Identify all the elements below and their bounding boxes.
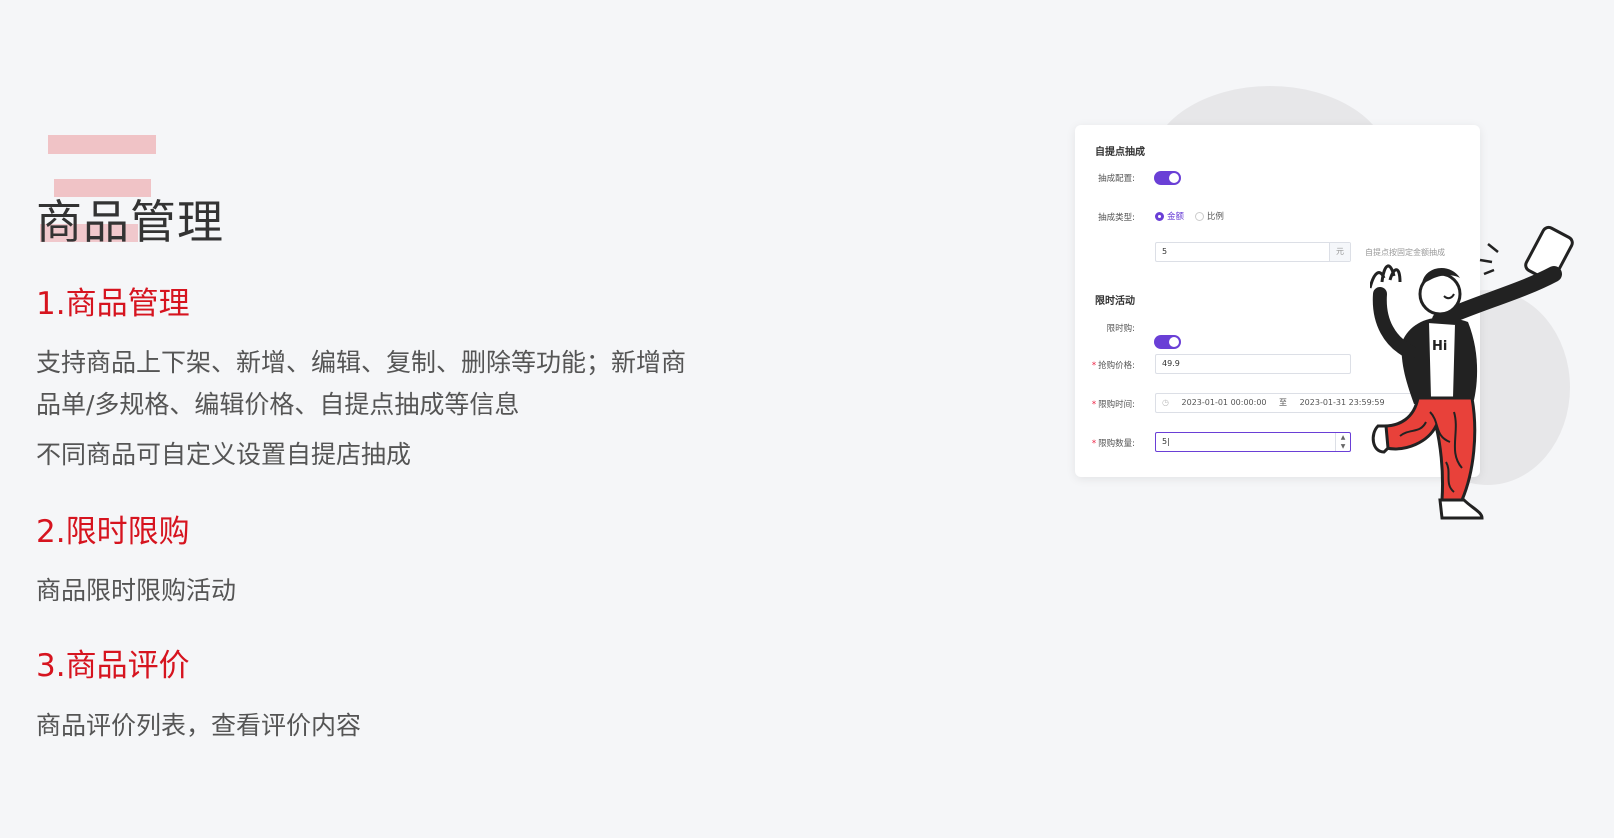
section-heading-product-management: 1.商品管理 <box>36 286 190 322</box>
commission-amount-input[interactable]: 5 元 <box>1155 242 1351 262</box>
radio-unchecked-icon <box>1194 211 1204 221</box>
clock-icon: ◷ <box>1162 398 1169 407</box>
commission-config-toggle[interactable] <box>1154 171 1181 185</box>
limit-qty-input[interactable]: 5| ▲ ▼ <box>1155 432 1351 452</box>
shirt-text: Hi <box>1432 339 1447 354</box>
flash-price-input[interactable]: 49.9 <box>1155 354 1351 374</box>
limited-buy-toggle[interactable] <box>1154 335 1181 349</box>
commission-section-title: 自提点抽成 <box>1095 147 1145 158</box>
limited-activity-section-title: 限时活动 <box>1095 296 1135 307</box>
chevron-down-icon[interactable]: ▼ <box>1341 443 1346 450</box>
selfie-person-illustration: Hi <box>1370 225 1574 520</box>
commission-type-label: 抽成类型: <box>1098 213 1135 223</box>
limit-qty-label: * 限购数量: <box>1091 439 1135 449</box>
section-text: 品单/多规格、编辑价格、自提点抽成等信息 <box>36 390 520 419</box>
quantity-stepper[interactable]: ▲ ▼ <box>1335 433 1350 451</box>
section-heading-product-review: 3.商品评价 <box>36 648 190 684</box>
chevron-up-icon[interactable]: ▲ <box>1341 434 1346 441</box>
amount-unit-suffix: 元 <box>1329 243 1350 261</box>
commission-config-label: 抽成配置: <box>1098 174 1135 184</box>
page-title: 商品管理 <box>36 195 224 249</box>
limit-time-label: * 限购时间: <box>1091 400 1135 410</box>
section-text: 不同商品可自定义设置自提店抽成 <box>36 440 412 469</box>
radio-amount[interactable]: 金额 <box>1155 211 1187 222</box>
title-decoration-bar <box>48 135 156 154</box>
time-start: 2023-01-01 00:00:00 <box>1181 398 1267 407</box>
time-separator: 至 <box>1279 398 1288 407</box>
commission-type-radio-group: 金额 比例 <box>1155 210 1224 222</box>
limited-buy-label: 限时购: <box>1106 324 1135 334</box>
section-text: 支持商品上下架、新增、编辑、复制、删除等功能；新增商 <box>36 348 687 377</box>
radio-checked-icon <box>1155 211 1164 221</box>
section-heading-limited-purchase: 2.限时限购 <box>36 514 190 550</box>
flash-price-label: * 抢购价格: <box>1091 361 1135 371</box>
radio-ratio[interactable]: 比例 <box>1194 211 1224 222</box>
section-text: 商品限时限购活动 <box>36 576 237 605</box>
page: 商品管理 1.商品管理 支持商品上下架、新增、编辑、复制、删除等功能；新增商 品… <box>0 0 1614 838</box>
section-text: 商品评价列表，查看评价内容 <box>36 711 362 740</box>
